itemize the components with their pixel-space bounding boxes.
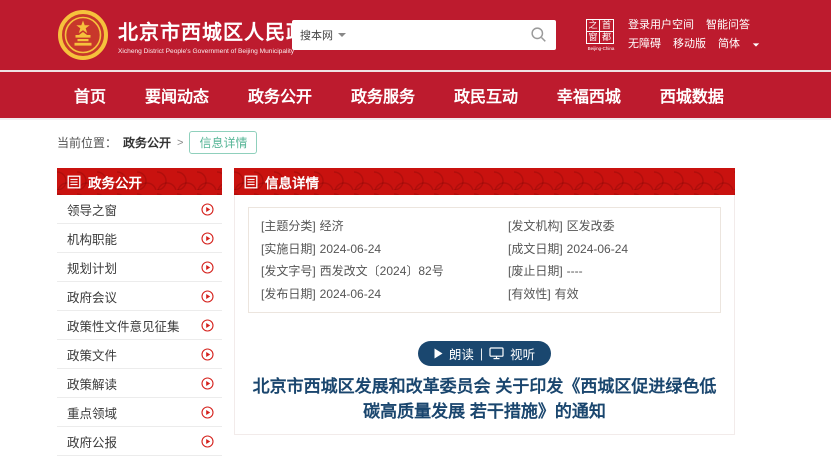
caret-down-icon[interactable] (753, 43, 759, 46)
caret-down-icon (338, 33, 346, 37)
meta-label: [废止日期] (508, 260, 563, 283)
sidebar-menu-item[interactable]: 重点领域 (57, 398, 222, 427)
meta-label: [发文字号] (261, 260, 316, 283)
search-input[interactable] (354, 28, 530, 42)
search-icon[interactable] (530, 26, 548, 44)
main-navigation: 首页 要闻动态 政务公开 政务服务 政民互动 幸福西城 西城数据 (0, 72, 831, 118)
sidebar-menu-item[interactable]: 规划计划 (57, 253, 222, 282)
meta-value: 区发改委 (567, 215, 615, 238)
nav-item[interactable]: 政民互动 (454, 83, 518, 107)
meta-row: [发文字号] 西发改文〔2024〕82号 [废止日期] ---- (261, 260, 708, 283)
play-circle-icon (201, 232, 214, 245)
document-meta-table: [主题分类] 经济 [发文机构] 区发改委 [实施日期] 2024-06-24 (248, 207, 721, 313)
search-scope-label: 搜本网 (300, 27, 333, 43)
play-circle-icon (201, 435, 214, 448)
breadcrumb-current-chip: 信息详情 (189, 131, 257, 154)
play-circle-icon (201, 348, 214, 361)
logo-char: 之 (587, 20, 600, 32)
meta-value: 西发改文〔2024〕82号 (320, 260, 444, 283)
logo-char: 窗 (587, 32, 600, 44)
site-search: 搜本网 (292, 20, 556, 50)
sidebar-menu-item[interactable]: 政策文件 (57, 340, 222, 369)
meta-label: [发布日期] (261, 283, 316, 306)
meta-value: ---- (567, 260, 583, 283)
capital-window-logo[interactable]: 之 首 窗 都 Beijing-China (586, 19, 616, 51)
document-list-icon (67, 175, 81, 189)
logo-char: 都 (600, 32, 613, 44)
meta-value: 2024-06-24 (567, 238, 628, 261)
nav-item[interactable]: 西城数据 (660, 83, 724, 107)
button-separator: | (480, 347, 483, 361)
sidebar-menu-item[interactable]: 政府会议 (57, 282, 222, 311)
national-emblem-logo (57, 9, 109, 61)
breadcrumb-prefix: 当前位置： (57, 134, 117, 151)
header-utility-links: 登录用户空间智能问答 无障碍移动版简体 (628, 16, 760, 54)
meta-value: 有效 (555, 283, 579, 306)
breadcrumb-section-link[interactable]: 政务公开 (123, 134, 171, 151)
meta-row: [主题分类] 经济 [发文机构] 区发改委 (261, 215, 708, 238)
read-aloud-video-button[interactable]: 朗读 | 视听 (418, 341, 551, 366)
sidebar-header: 政务公开 (57, 168, 222, 195)
sidebar: 政务公开 领导之窗 机构职能 (57, 168, 222, 456)
logo-char: 首 (600, 20, 613, 32)
header-link[interactable]: 智能问答 (706, 16, 750, 35)
read-aloud-label: 朗读 (449, 344, 474, 363)
sidebar-title: 政务公开 (88, 172, 142, 192)
site-subtitle-english: Xicheng District People's Government of … (118, 48, 280, 55)
nav-item[interactable]: 幸福西城 (557, 83, 621, 107)
sidebar-menu-item[interactable]: 政府公报 (57, 427, 222, 456)
sidebar-menu-item[interactable]: 政策性文件意见征集 (57, 311, 222, 340)
play-icon (434, 348, 443, 359)
meta-value: 经济 (320, 215, 344, 238)
document-detail-body: [主题分类] 经济 [发文机构] 区发改委 [实施日期] 2024-06-24 (234, 195, 735, 435)
nav-item[interactable]: 首页 (74, 83, 106, 107)
play-circle-icon (201, 319, 214, 332)
nav-item[interactable]: 要闻动态 (145, 83, 209, 107)
header-link[interactable]: 无障碍 (628, 35, 661, 54)
logo-caption: Beijing-China (586, 46, 616, 51)
meta-label: [成文日期] (508, 238, 563, 261)
meta-row: [实施日期] 2024-06-24 [成文日期] 2024-06-24 (261, 238, 708, 261)
play-circle-icon (201, 406, 214, 419)
meta-row: [发布日期] 2024-06-24 [有效性] 有效 (261, 283, 708, 306)
play-circle-icon (201, 290, 214, 303)
sidebar-menu-item[interactable]: 机构职能 (57, 224, 222, 253)
play-circle-icon (201, 203, 214, 216)
meta-label: [发文机构] (508, 215, 563, 238)
meta-value: 2024-06-24 (320, 238, 381, 261)
meta-label: [有效性] (508, 283, 551, 306)
main-panel-header: 信息详情 (234, 168, 735, 195)
sidebar-menu-item[interactable]: 领导之窗 (57, 195, 222, 224)
document-title: 北京市西城区发展和改革委员会 关于印发《西城区促进绿色低碳高质量发展 若干措施》… (245, 374, 725, 424)
meta-label: [实施日期] (261, 238, 316, 261)
nav-bottom-strip (0, 118, 831, 120)
site-header: 北京市西城区人民政府 Xicheng District People's Gov… (0, 0, 831, 70)
play-circle-icon (201, 261, 214, 274)
search-scope-dropdown[interactable]: 搜本网 (300, 27, 346, 43)
nav-item[interactable]: 政务服务 (351, 83, 415, 107)
main-panel-title: 信息详情 (265, 172, 319, 192)
video-label: 视听 (510, 344, 535, 363)
nav-item[interactable]: 政务公开 (248, 83, 312, 107)
play-circle-icon (201, 377, 214, 390)
header-link[interactable]: 简体 (718, 35, 740, 54)
document-list-icon (244, 175, 258, 189)
breadcrumb-separator: > (177, 137, 183, 149)
site-title: 北京市西城区人民政府 (118, 16, 280, 45)
header-link[interactable]: 登录用户空间 (628, 16, 694, 35)
meta-value: 2024-06-24 (320, 283, 381, 306)
main-panel: 信息详情 [主题分类] 经济 [发文机构] 区发改委 (234, 168, 735, 456)
meta-label: [主题分类] (261, 215, 316, 238)
breadcrumb: 当前位置： 政务公开 > 信息详情 (57, 131, 257, 154)
monitor-icon (489, 347, 504, 360)
sidebar-menu-item[interactable]: 政策解读 (57, 369, 222, 398)
header-link[interactable]: 移动版 (673, 35, 706, 54)
